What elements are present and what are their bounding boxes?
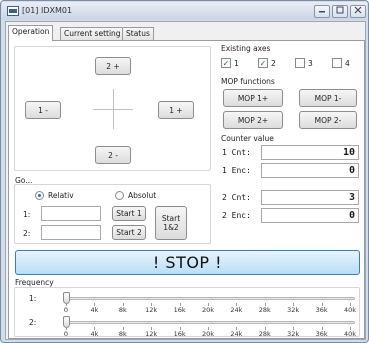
app-window: [01] IDXM01 Operation Current setting St… bbox=[0, 0, 369, 343]
absolut-radio[interactable] bbox=[115, 191, 124, 200]
frequency-row2-tick-label: 24k bbox=[230, 330, 243, 338]
frequency-row1-tick-label: 40k bbox=[343, 306, 357, 314]
frequency-row1-tick-label: 32k bbox=[287, 306, 300, 314]
frequency-row1-label: 1: bbox=[29, 294, 37, 303]
mop1-plus-button[interactable]: MOP 1+ bbox=[223, 89, 283, 107]
go-group: Relativ Absolut 1: Start 1 2: Start 2 St… bbox=[14, 184, 211, 244]
axis4-checkbox[interactable] bbox=[332, 58, 342, 68]
counter-row4-label: 2 Enc: bbox=[222, 211, 251, 220]
counter-value-title: Counter value bbox=[221, 134, 274, 143]
frequency-row2-tick-label: 32k bbox=[287, 330, 300, 338]
go-axis2-input[interactable] bbox=[41, 225, 101, 240]
frequency-row1-tick-label: 4k bbox=[90, 306, 99, 314]
operation-panel: 2 + 2 - 1 - 1 + Go... Relativ Absolut 1:… bbox=[8, 40, 365, 339]
tab-current-setting[interactable]: Current setting bbox=[60, 27, 125, 40]
frequency-axis1-track bbox=[63, 297, 355, 300]
mop-functions-title: MOP functions bbox=[221, 77, 275, 86]
start1-button[interactable]: Start 1 bbox=[112, 206, 146, 221]
jog-axis1-plus-button[interactable]: 1 + bbox=[158, 101, 194, 119]
window-title: [01] IDXM01 bbox=[22, 6, 73, 15]
maximize-button[interactable] bbox=[332, 5, 348, 18]
go-row2-label: 2: bbox=[23, 229, 31, 238]
start-both-button[interactable]: Start 1&2 bbox=[155, 206, 187, 240]
tab-status[interactable]: Status bbox=[122, 27, 154, 40]
frequency-row1-tick-label: 0 bbox=[63, 306, 69, 314]
frequency-row2-label: 2: bbox=[29, 318, 37, 327]
stop-button[interactable]: ! STOP ! bbox=[15, 250, 360, 275]
axis2-label: 2 bbox=[271, 59, 276, 68]
minimize-icon bbox=[319, 11, 325, 13]
start2-button[interactable]: Start 2 bbox=[112, 225, 146, 240]
relativ-radio[interactable] bbox=[35, 191, 44, 200]
frequency-axis2-track bbox=[63, 321, 355, 324]
jog-axis2-plus-button[interactable]: 2 + bbox=[95, 57, 131, 75]
axis1-checkbox[interactable]: ✓ bbox=[221, 58, 231, 68]
maximize-icon bbox=[336, 6, 344, 14]
relativ-label: Relativ bbox=[48, 191, 74, 200]
tab-operation[interactable]: Operation bbox=[8, 25, 54, 41]
counter-row4-value: 0 bbox=[261, 208, 359, 223]
mop1-minus-button[interactable]: MOP 1- bbox=[299, 89, 357, 107]
frequency-row2-tick-label: 28k bbox=[258, 330, 271, 338]
client-area: Operation Current setting Status 2 + 2 -… bbox=[5, 21, 366, 340]
frequency-row1-tick-label: 28k bbox=[258, 306, 271, 314]
existing-axes-title: Existing axes bbox=[221, 44, 271, 53]
app-icon bbox=[7, 6, 19, 16]
counter-row1-label: 1 Cnt: bbox=[222, 148, 251, 157]
axis4-label: 4 bbox=[345, 59, 350, 68]
counter-row2-value: 0 bbox=[261, 163, 359, 178]
minimize-button[interactable] bbox=[314, 5, 330, 18]
title-bar: [01] IDXM01 bbox=[2, 2, 367, 20]
frequency-row2-tick-label: 20k bbox=[201, 330, 215, 338]
jog-axis1-minus-button[interactable]: 1 - bbox=[25, 101, 61, 119]
frequency-row2-tick-label: 40k bbox=[343, 330, 357, 338]
frequency-row1-tick-label: 8k bbox=[118, 306, 127, 314]
frequency-row1-tick-label: 36k bbox=[315, 306, 328, 314]
frequency-group: 1: 0 4k 8k 12k 16k 20k 24k 28k 32k 36k 40k 2: 0 4k 8… bbox=[14, 287, 360, 338]
jog-cross-vertical bbox=[113, 89, 114, 129]
axis3-label: 3 bbox=[308, 59, 313, 68]
frequency-row2-tick-label: 12k bbox=[145, 330, 158, 338]
jog-group: 2 + 2 - 1 - 1 + bbox=[14, 46, 211, 171]
mop2-plus-button[interactable]: MOP 2+ bbox=[223, 111, 283, 129]
frequency-row2-tick-label: 0 bbox=[63, 330, 69, 338]
go-row1-label: 1: bbox=[23, 210, 31, 219]
go-axis1-input[interactable] bbox=[41, 206, 101, 221]
axis1-label: 1 bbox=[234, 59, 239, 68]
jog-axis2-minus-button[interactable]: 2 - bbox=[95, 146, 131, 164]
axis3-checkbox[interactable] bbox=[295, 58, 305, 68]
absolut-label: Absolut bbox=[128, 191, 157, 200]
counter-row2-label: 1 Enc: bbox=[222, 166, 251, 175]
close-icon bbox=[354, 6, 362, 14]
frequency-title: Frequency bbox=[15, 278, 54, 287]
mop2-minus-button[interactable]: MOP 2- bbox=[299, 111, 357, 129]
frequency-row1-tick-label: 20k bbox=[201, 306, 215, 314]
frequency-row2-tick-label: 4k bbox=[90, 330, 99, 338]
close-button[interactable] bbox=[350, 5, 366, 18]
frequency-row2-tick-label: 16k bbox=[173, 330, 186, 338]
counter-row3-value: 3 bbox=[261, 190, 359, 205]
frequency-row2-tick-label: 36k bbox=[315, 330, 328, 338]
frequency-row1-tick-label: 12k bbox=[145, 306, 158, 314]
axis2-checkbox[interactable]: ✓ bbox=[258, 58, 268, 68]
counter-row3-label: 2 Cnt: bbox=[222, 193, 251, 202]
counter-row1-value: 10 bbox=[261, 145, 359, 160]
frequency-row1-tick-label: 16k bbox=[173, 306, 186, 314]
frequency-row1-tick-label: 24k bbox=[230, 306, 243, 314]
existing-axes-group: ✓ 1 ✓ 2 3 4 bbox=[219, 54, 359, 74]
frequency-row2-tick-label: 8k bbox=[118, 330, 127, 338]
